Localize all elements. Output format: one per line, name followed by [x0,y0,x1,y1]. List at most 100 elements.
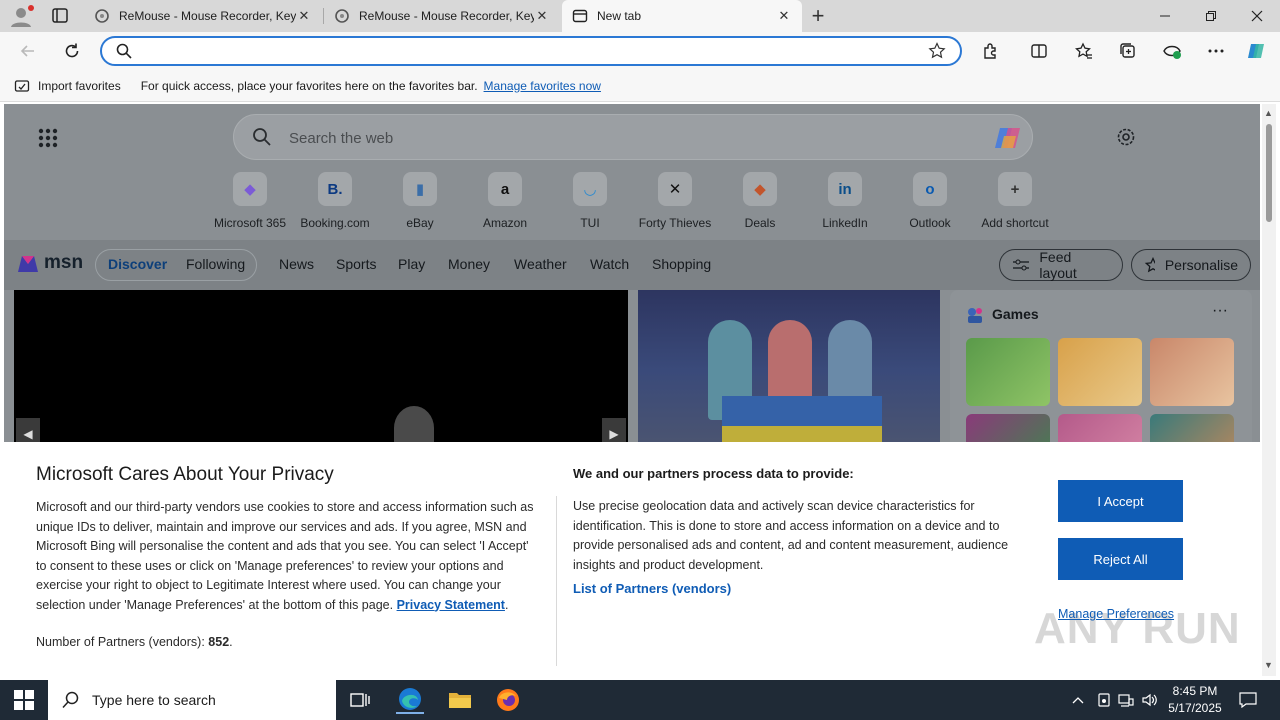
tab-close-icon[interactable]: ✕ [296,8,312,24]
manage-preferences-link[interactable]: Manage Preferences [1058,607,1174,621]
shortcut-tile[interactable]: o Outlook [887,170,973,234]
shortcut-tile[interactable]: ◡ TUI [547,170,633,234]
game-thumbnail[interactable] [966,338,1050,406]
data-purposes-title: We and our partners process data to prov… [573,466,854,481]
taskbar-clock[interactable]: 8:45 PM 5/17/2025 [1160,683,1230,717]
web-search-input[interactable] [289,128,969,148]
page-scrollbar[interactable]: ▲ ▼ [1262,104,1276,676]
windows-start-icon[interactable] [14,690,34,710]
nav-weather[interactable]: Weather [514,256,567,272]
tab-discover[interactable]: Discover [108,256,167,272]
volume-icon[interactable] [1140,690,1160,710]
tray-chevron-up-icon[interactable] [1068,690,1088,710]
partners-list-link[interactable]: List of Partners (vendors) [573,581,731,596]
browser-tab[interactable]: ReMouse - Mouse Recorder, Keyb ✕ [84,0,322,32]
import-favorites-label: Import favorites [38,78,121,93]
nav-sports[interactable]: Sports [336,256,376,272]
close-window-icon[interactable] [1234,0,1280,32]
shortcut-logo-icon: a [488,172,522,206]
personalise-button[interactable]: Personalise [1131,249,1251,281]
web-search-box[interactable] [233,114,1033,160]
privacy-statement-link[interactable]: Privacy Statement [397,598,505,612]
news-card-image[interactable] [638,290,940,450]
accept-button[interactable]: I Accept [1058,480,1183,522]
taskbar-search-box[interactable]: Type here to search [48,680,336,720]
search-icon [116,43,132,59]
profile-avatar-icon[interactable] [8,4,34,28]
browser-toolbar [0,32,1280,70]
collections-icon[interactable] [1116,39,1140,63]
feed-layout-button[interactable]: Feed layout [999,249,1123,281]
shortcut-tile[interactable]: ✕ Forty Thieves [632,170,718,234]
file-explorer-icon[interactable] [446,686,474,714]
shortcut-logo-icon: ◡ [573,172,607,206]
shortcut-label: Forty Thieves [638,216,712,230]
shortcut-logo-icon: ◆ [233,172,267,206]
browser-tab-active[interactable]: New tab ✕ [562,0,802,32]
shortcut-logo-icon: in [828,172,862,206]
shortcut-logo-icon: o [913,172,947,206]
tab-close-icon[interactable]: ✕ [776,8,792,24]
firefox-icon[interactable] [494,686,522,714]
shortcut-label: Amazon [482,216,528,230]
tab-actions-icon[interactable] [50,7,70,25]
nav-watch[interactable]: Watch [590,256,629,272]
shortcut-tile[interactable]: ▮ eBay [377,170,463,234]
game-thumbnail[interactable] [1058,338,1142,406]
msn-logo[interactable]: msn [16,250,83,276]
remouse-favicon-icon [334,8,350,24]
shortcut-tile[interactable]: in LinkedIn [802,170,888,234]
split-screen-icon[interactable] [1027,39,1051,63]
sliders-icon [1013,259,1029,271]
games-widget: Games ··· [950,290,1252,482]
restore-icon[interactable] [1188,0,1234,32]
scroll-up-icon[interactable]: ▲ [1264,108,1273,118]
copilot-icon[interactable] [994,124,1024,152]
shortcut-tile[interactable]: + Add shortcut [972,170,1058,234]
browser-tab[interactable]: ReMouse - Mouse Recorder, Keyb ✕ [324,0,560,32]
shortcut-tile[interactable]: B. Booking.com [292,170,378,234]
import-favorites-icon [14,79,30,92]
back-arrow-icon[interactable] [16,39,40,63]
reject-all-button[interactable]: Reject All [1058,538,1183,580]
clock-time: 8:45 PM [1172,684,1218,698]
notifications-icon[interactable] [1238,690,1258,710]
new-tab-plus-icon[interactable]: + [806,3,830,28]
network-icon[interactable] [1116,690,1136,710]
games-title: Games [992,306,1039,322]
nav-news[interactable]: News [279,256,314,272]
minimize-icon[interactable] [1142,0,1188,32]
browser-essentials-icon[interactable] [1160,39,1184,63]
extensions-icon[interactable] [979,39,1003,63]
games-more-icon[interactable]: ··· [1212,302,1228,320]
nav-money[interactable]: Money [448,256,490,272]
msn-logo-text: msn [44,252,84,273]
manage-favorites-link[interactable]: Manage favorites now [484,79,601,93]
import-favorites-button[interactable]: Import favorites [14,78,121,94]
shortcut-logo-icon: ◆ [743,172,777,206]
scroll-down-icon[interactable]: ▼ [1264,660,1273,670]
tab-close-icon[interactable]: ✕ [534,8,550,24]
shortcut-tile[interactable]: ◆ Deals [717,170,803,234]
favorites-icon[interactable] [1072,39,1096,63]
edge-browser-icon[interactable] [396,686,424,714]
copilot-icon[interactable] [1245,39,1269,63]
game-thumbnail[interactable] [1150,338,1234,406]
hero-news-card[interactable]: ◀ ▶ [14,290,628,450]
tab-following[interactable]: Following [186,256,245,272]
address-bar[interactable] [100,36,962,66]
favorite-star-icon[interactable] [928,42,946,60]
device-tray-icon[interactable] [1094,690,1114,710]
scrollbar-thumb[interactable] [1266,124,1272,222]
task-view-icon[interactable] [346,686,374,714]
apps-launcher-icon[interactable] [38,128,58,148]
nav-play[interactable]: Play [398,256,425,272]
shortcut-tile[interactable]: a Amazon [462,170,548,234]
shortcut-label: LinkedIn [822,216,868,230]
page-settings-gear-icon[interactable] [1115,126,1137,148]
nav-shopping[interactable]: Shopping [652,256,711,272]
shortcut-tile[interactable]: ◆ Microsoft 365 [207,170,293,234]
refresh-icon[interactable] [60,39,84,63]
more-options-icon[interactable] [1204,39,1228,63]
address-input[interactable] [140,42,920,60]
